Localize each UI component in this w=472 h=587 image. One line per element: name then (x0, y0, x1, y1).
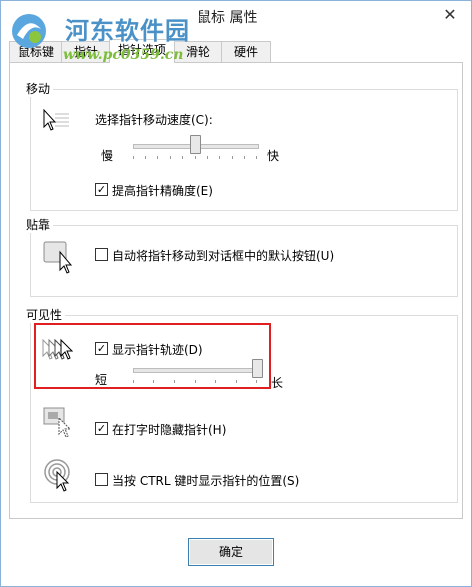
highlight-box (34, 323, 271, 389)
watermark-logo-icon (12, 14, 46, 48)
visibility-group-label: 可见性 (23, 306, 66, 323)
speed-slider-thumb[interactable] (190, 135, 201, 154)
speed-label: 选择指针移动速度(C): (95, 113, 213, 127)
slow-label: 慢 (101, 149, 114, 163)
long-label: 长 (271, 376, 284, 390)
snap-group: 贴靠 自动将指针移动到对话框中的默认按钮(U) (23, 216, 458, 297)
show-ctrl-checkbox[interactable] (95, 473, 108, 486)
pointer-speed-icon (43, 108, 69, 131)
ok-button[interactable]: 确定 (188, 538, 274, 566)
watermark-url: www.pc0359.cn (63, 47, 184, 63)
precision-label: 提高指针精确度(E) (112, 184, 213, 198)
fast-label: 快 (267, 149, 280, 163)
snap-group-label: 贴靠 (23, 216, 54, 233)
speed-slider-ticks (133, 156, 257, 160)
hide-typing-checkbox[interactable]: ✓ (95, 422, 108, 435)
ctrl-locate-icon (44, 459, 70, 492)
snap-label: 自动将指针移动到对话框中的默认按钮(U) (112, 249, 335, 263)
snap-to-button-icon (43, 241, 73, 274)
watermark: 河东软件园 www.pc0359.cn (3, 3, 233, 73)
precision-checkbox[interactable]: ✓ (95, 183, 108, 196)
mouse-properties-window: 鼠标 属性 ✕ 河东软件园 www.pc0359.cn 鼠标键 指针 指针选项 … (0, 0, 472, 587)
hide-pointer-icon (43, 407, 72, 438)
motion-group: 移动 选择指针移动速度(C): 慢 快 ✓ 提高指针精确度(E) (23, 80, 458, 211)
motion-group-label: 移动 (23, 80, 54, 97)
watermark-site-name: 河东软件园 (65, 16, 190, 45)
hide-typing-label: 在打字时隐藏指针(H) (112, 423, 227, 437)
snap-checkbox[interactable] (95, 248, 108, 261)
close-icon[interactable]: ✕ (439, 5, 461, 25)
pointer-options-panel: 移动 选择指针移动速度(C): 慢 快 ✓ 提高指针精确度(E) 贴靠 自动将指… (9, 62, 463, 519)
show-ctrl-label: 当按 CTRL 键时显示指针的位置(S) (112, 474, 300, 488)
